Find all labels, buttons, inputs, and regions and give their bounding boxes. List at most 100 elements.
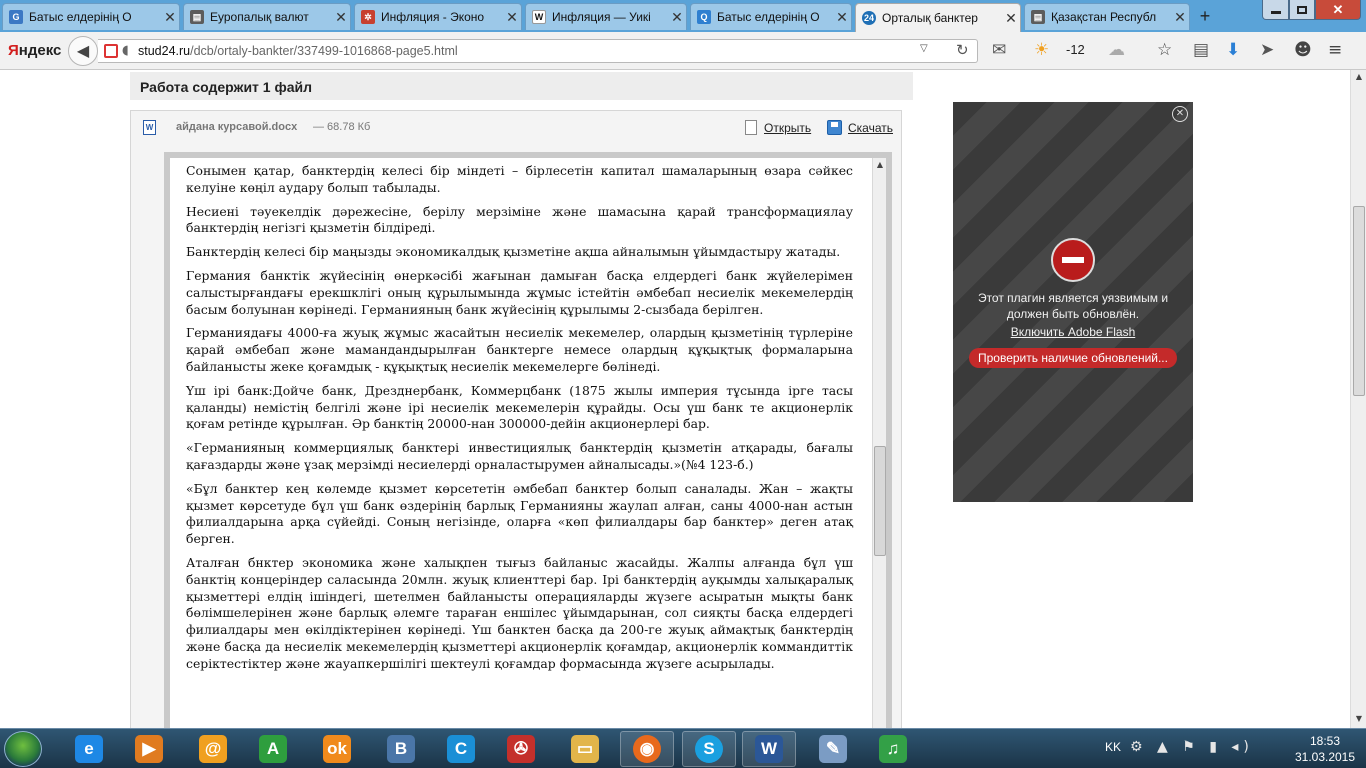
scroll-down-arrow-icon[interactable]: ▼ (1351, 714, 1366, 726)
minimize-button[interactable] (1262, 0, 1289, 20)
mail-agent-icon: @ (199, 735, 227, 763)
library-icon[interactable]: ▤ (1193, 40, 1209, 60)
download-icon[interactable]: ⬇ (1226, 40, 1240, 60)
taskbar-app-paint[interactable]: ✎ (806, 731, 860, 767)
a-letter-app-icon: A (259, 735, 287, 763)
yandex-logo[interactable]: Яндекс (8, 42, 61, 59)
page-scroll-thumb[interactable] (1353, 206, 1365, 396)
tab-0[interactable]: G Батыс елдерінің О ✕ (2, 3, 180, 30)
document-scrollbar[interactable]: ▲ (872, 158, 886, 728)
tab-2[interactable]: ✲ Инфляция - Эконо ✕ (354, 3, 522, 30)
wikipedia-icon: W (532, 10, 546, 24)
system-tray-icons[interactable]: ⚙ ▲ ⚑ ▮ ◂) (1130, 739, 1254, 755)
url-text[interactable]: stud24.ru/dcb/ortaly-bankter/337499-1016… (138, 44, 458, 58)
skype-icon: S (695, 735, 723, 763)
windows-taskbar: e ▶ @ A ok B C ✇ ▭ ◉ S W ✎ ♫ KK ⚙ ▲ ⚑ ▮ … (0, 728, 1366, 768)
input-language[interactable]: KK (1105, 740, 1121, 754)
menu-icon[interactable]: ≡ (1328, 40, 1342, 60)
doc-paragraph: Үш ірі банк:Дойче банк, Дрезднербанк, Ко… (186, 382, 853, 432)
taskbar-app-vk[interactable]: B (374, 731, 428, 767)
doc-paragraph: «Бұл банктер кең көлемде қызмет көрсетет… (186, 480, 853, 547)
close-icon[interactable]: ✕ (1171, 9, 1189, 26)
start-button[interactable] (4, 731, 42, 767)
restore-icon (1297, 5, 1307, 14)
page-icon: ▤ (1031, 10, 1045, 24)
taskbar-app-word[interactable]: W (742, 731, 796, 767)
flash-warning-message: Этот плагин является уязвимым и должен б… (977, 291, 1169, 321)
file-name: айдана курсавой.docx (176, 121, 298, 133)
new-tab-button[interactable]: + (1194, 6, 1216, 26)
clock-time[interactable]: 18:53 (1295, 734, 1355, 748)
tab-5-active[interactable]: 24 Орталық банктер ✕ (855, 3, 1021, 32)
save-icon[interactable] (827, 120, 842, 135)
doc-paragraph: «Германияның коммерциялық банктері инвес… (186, 440, 853, 472)
taskbar-app-wheel[interactable]: ✇ (494, 731, 548, 767)
speaker-icon[interactable]: ◖ (122, 43, 129, 58)
taskbar-app-media[interactable]: ▶ (122, 731, 176, 767)
vkontakte-icon: B (387, 735, 415, 763)
internet-app-icon: C (447, 735, 475, 763)
taskbar-app-music[interactable]: ♫ (866, 731, 920, 767)
taskbar-app-a[interactable]: A (246, 731, 300, 767)
scroll-up-arrow-icon[interactable]: ▲ (1351, 72, 1366, 84)
address-bar[interactable]: ◖ stud24.ru/dcb/ortaly-bankter/337499-10… (98, 39, 978, 63)
taskbar-app-skype[interactable]: S (682, 731, 736, 767)
taskbar-app-ok[interactable]: ok (310, 731, 364, 767)
word-document-icon: W (143, 120, 156, 135)
maximize-button[interactable] (1289, 0, 1315, 20)
tab-1[interactable]: ▤ Еуропалық валют ✕ (183, 3, 351, 30)
close-window-button[interactable]: ✕ (1315, 0, 1361, 20)
protect-shield-icon[interactable] (104, 44, 118, 58)
music-player-icon: ♫ (879, 735, 907, 763)
tab-strip: G Батыс елдерінің О ✕ ▤ Еуропалық валют … (0, 0, 1366, 32)
tab-label: Еуропалық валют (210, 10, 309, 24)
close-icon[interactable]: ✕ (161, 9, 179, 26)
taskbar-app-ie[interactable]: e (62, 731, 116, 767)
open-link[interactable]: Открыть (764, 121, 811, 135)
doc-paragraph: Несиені тәуекелдік дәрежесіне, берілу ме… (186, 203, 853, 236)
close-icon[interactable]: ✕ (503, 9, 521, 26)
doc-paragraph: Германия банктік жүйесінің өнеркәсібі жа… (186, 267, 853, 317)
document-scroll-thumb[interactable] (874, 446, 886, 556)
stud24-icon: 24 (862, 11, 876, 25)
scroll-up-arrow-icon[interactable]: ▲ (873, 158, 887, 172)
taskbar-app-internet[interactable]: C (434, 731, 488, 767)
tab-4[interactable]: Q Батыс елдерінің О ✕ (690, 3, 852, 30)
odnoklassniki-icon: ok (323, 735, 351, 763)
chevron-down-icon[interactable]: ▽ (920, 43, 928, 54)
taskbar-app-mail-agent[interactable]: @ (186, 731, 240, 767)
close-icon[interactable]: ✕ (332, 9, 350, 26)
mail-icon[interactable]: ✉ (992, 40, 1006, 60)
close-icon[interactable]: ✕ (1172, 106, 1188, 122)
download-link[interactable]: Скачать (848, 121, 893, 135)
reload-icon[interactable]: ↻ (956, 41, 969, 59)
blocked-plugin-icon (1051, 238, 1095, 282)
tab-6[interactable]: ▤ Қазақстан Республ ✕ (1024, 3, 1190, 30)
tab-label: Орталық банктер (882, 11, 978, 25)
check-updates-button[interactable]: Проверить наличие обновлений... (969, 348, 1177, 368)
cloud-icon[interactable]: ☁ (1108, 40, 1125, 60)
page-icon: ▤ (190, 10, 204, 24)
work-title: Работа содержит 1 файл (140, 79, 313, 95)
smile-icon[interactable]: ☻ (1294, 40, 1312, 60)
open-document-icon[interactable] (745, 120, 757, 135)
taskbar-app-explorer[interactable]: ▭ (558, 731, 612, 767)
weather-temperature[interactable]: -12 (1066, 42, 1085, 57)
doc-paragraph: Германиядағы 4000-ға жуық жұмыс жасайтын… (186, 325, 853, 374)
star-icon[interactable]: ☆ (1157, 40, 1172, 60)
close-icon[interactable]: ✕ (833, 9, 851, 26)
page-scrollbar[interactable]: ▲ ▼ (1350, 70, 1366, 728)
clock-date[interactable]: 31.03.2015 (1290, 750, 1360, 764)
yandex-search-icon: Q (697, 10, 711, 24)
doc-paragraph: Сонымен қатар, банктердің келесі бір мін… (186, 163, 853, 195)
close-icon[interactable]: ✕ (1002, 10, 1020, 27)
tab-label: Батыс елдерінің О (717, 10, 820, 24)
enable-flash-link[interactable]: Включить Adobe Flash (953, 325, 1193, 339)
send-icon[interactable]: ➤ (1260, 40, 1274, 60)
taskbar-app-firefox[interactable]: ◉ (620, 731, 674, 767)
weather-sun-cloud-icon[interactable]: ☀ (1034, 40, 1049, 60)
document-page[interactable]: Сонымен қатар, банктердің келесі бір мін… (170, 158, 872, 728)
back-button[interactable]: ◀ (68, 36, 98, 66)
close-icon[interactable]: ✕ (668, 9, 686, 26)
tab-3[interactable]: W Инфляция — Уикі ✕ (525, 3, 687, 30)
